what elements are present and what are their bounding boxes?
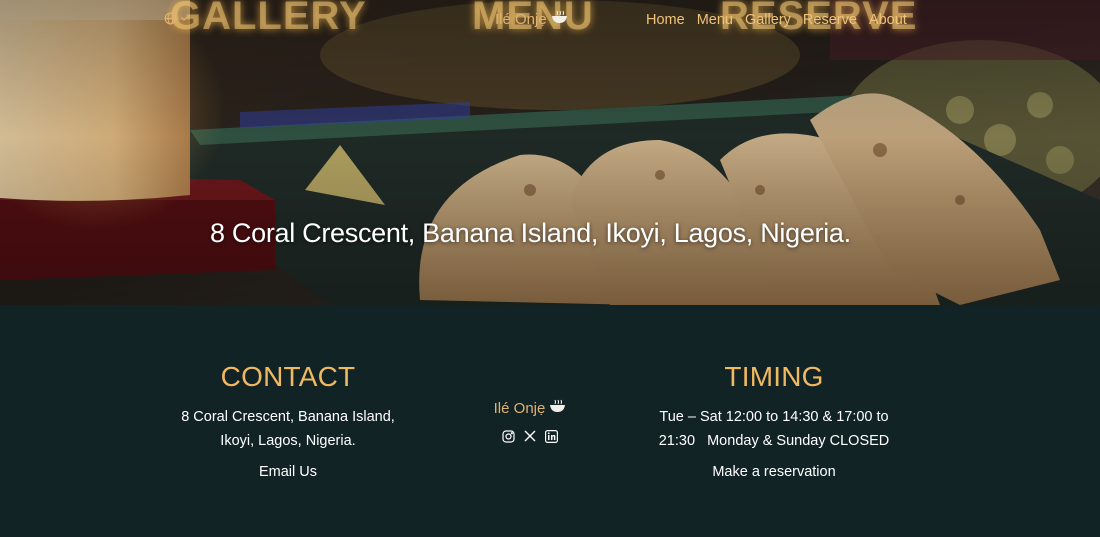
bowl-icon (551, 10, 568, 28)
nav-link-gallery[interactable]: Gallery (745, 12, 791, 28)
linkedin-icon[interactable] (545, 429, 558, 443)
hero-address: 8 Coral Crescent, Banana Island, Ikoyi, … (210, 218, 851, 248)
contact-address-line1: 8 Coral Crescent, Banana Island, (181, 409, 395, 425)
contact-column: CONTACT 8 Coral Crescent, Banana Island,… (138, 360, 438, 481)
contact-heading: CONTACT (220, 361, 356, 392)
contact-address-line2: Ikoyi, Lagos, Nigeria. (220, 433, 356, 449)
nav-link-reserve[interactable]: Reserve (803, 12, 857, 28)
social-links (455, 429, 605, 443)
nav-link-home[interactable]: Home (646, 12, 685, 28)
instagram-icon[interactable] (502, 429, 515, 443)
timing-heading: TIMING (724, 361, 824, 392)
nav-links: Home Menu Gallery Reserve About (646, 12, 907, 28)
nav-link-menu[interactable]: Menu (697, 12, 733, 28)
nav-link-about[interactable]: About (869, 12, 907, 28)
footer-brand-name: Ilé Onjẹ (493, 399, 546, 417)
brand-name: Ilé Onjẹ (495, 10, 547, 28)
footer-brand-logo[interactable]: Ilé Onjẹ (494, 399, 567, 417)
bowl-icon (549, 399, 566, 417)
opening-hours-line1: Tue – Sat 12:00 to 14:30 & 17:00 to (659, 409, 889, 425)
opening-hours-line2: 21:30 Monday & Sunday CLOSED (658, 433, 890, 449)
chevron-down-icon (180, 15, 188, 23)
email-us-link[interactable]: Email Us (259, 464, 317, 480)
language-selector[interactable] (164, 12, 188, 25)
top-navigation: Ilé Onjẹ Home Menu Gallery Reserve About (0, 0, 1100, 42)
make-reservation-link[interactable]: Make a reservation (712, 464, 835, 480)
brand-logo[interactable]: Ilé Onjẹ (495, 10, 568, 28)
contact-address: 8 Coral Crescent, Banana Island, Ikoyi, … (138, 405, 438, 453)
opening-hours: Tue – Sat 12:00 to 14:30 & 17:00 to 21:3… (624, 405, 924, 453)
globe-icon (164, 12, 177, 25)
timing-column: TIMING Tue – Sat 12:00 to 14:30 & 17:00 … (624, 360, 924, 481)
x-icon[interactable] (524, 430, 536, 443)
hero-section: GALLERY MENU RESERVE Ilé Onjẹ Home Menu … (0, 0, 1100, 305)
footer-brand-column: Ilé Onjẹ (455, 399, 605, 443)
footer: CONTACT 8 Coral Crescent, Banana Island,… (0, 305, 1100, 537)
